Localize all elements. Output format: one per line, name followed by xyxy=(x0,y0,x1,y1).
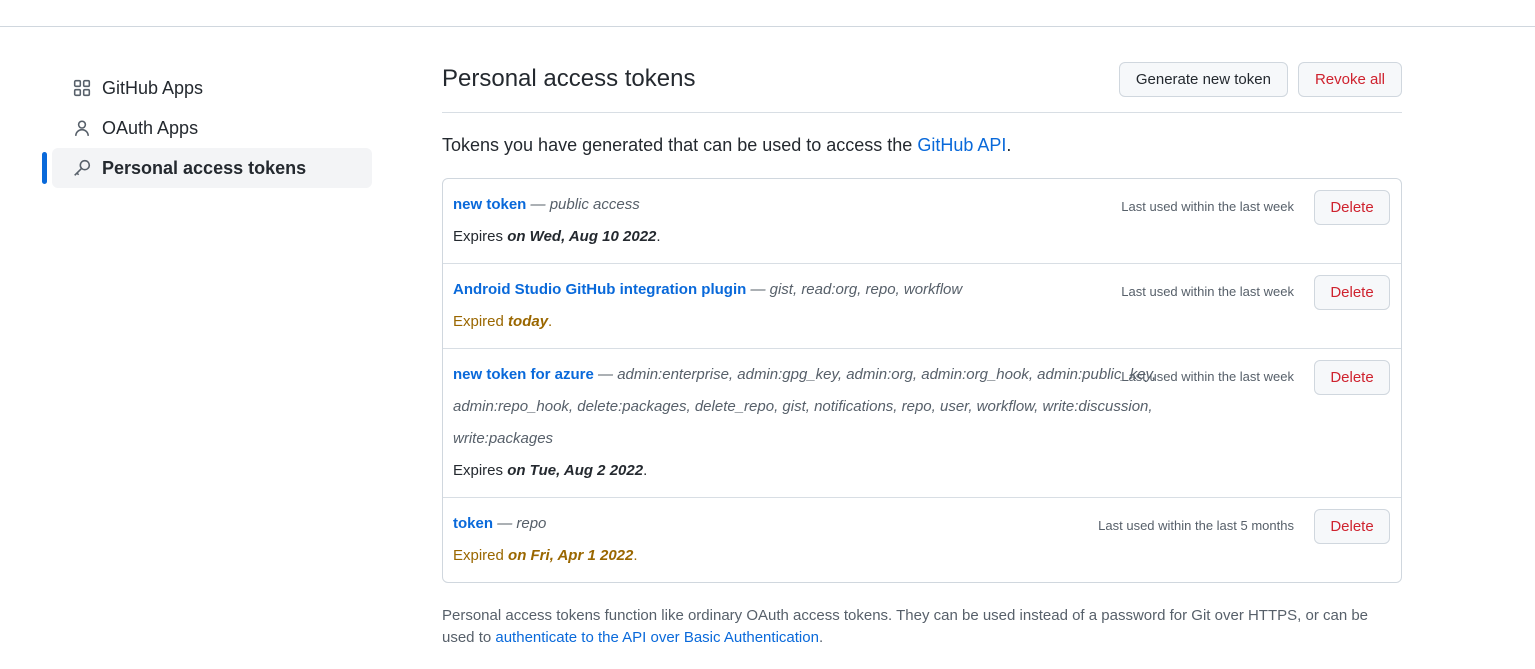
key-icon xyxy=(72,158,92,178)
sidebar-item-oauth-apps[interactable]: OAuth Apps xyxy=(52,108,372,148)
sidebar-item-personal-access-tokens[interactable]: Personal access tokens xyxy=(42,148,372,188)
token-name-link[interactable]: token xyxy=(453,515,493,532)
token-row: new token for azure — admin:enterprise, … xyxy=(443,348,1401,497)
settings-sidebar: GitHub Apps OAuth Apps Personal access t… xyxy=(42,68,372,188)
apps-grid-icon xyxy=(72,78,92,98)
delete-token-button[interactable]: Delete xyxy=(1314,275,1390,310)
token-scopes: — gist, read:org, repo, workflow xyxy=(750,281,963,298)
sidebar-item-label: Personal access tokens xyxy=(102,157,307,178)
delete-token-button[interactable]: Delete xyxy=(1314,190,1390,225)
intro-text: Tokens you have generated that can be us… xyxy=(442,135,1012,155)
revoke-all-button[interactable]: Revoke all xyxy=(1297,61,1402,97)
token-row: new token — public access Expires on Wed… xyxy=(443,179,1401,263)
top-divider xyxy=(0,26,1535,27)
token-row: token — repo Expired on Fri, Apr 1 2022.… xyxy=(443,497,1401,582)
token-row: Android Studio GitHub integration plugin… xyxy=(443,263,1401,348)
token-expiry: Expired on Fri, Apr 1 2022. xyxy=(453,547,638,564)
delete-token-button[interactable]: Delete xyxy=(1314,509,1390,544)
last-used-text: Last used within the last week xyxy=(1121,199,1294,214)
last-used-text: Last used within the last week xyxy=(1121,284,1294,299)
token-name-link[interactable]: new token xyxy=(453,196,526,213)
token-name-link[interactable]: Android Studio GitHub integration plugin xyxy=(453,281,746,298)
token-expiry: Expires on Wed, Aug 10 2022. xyxy=(453,228,661,245)
github-api-link[interactable]: GitHub API xyxy=(917,135,1006,155)
generate-new-token-button[interactable]: Generate new token xyxy=(1118,61,1288,97)
token-expiry: Expires on Tue, Aug 2 2022. xyxy=(453,462,648,479)
page-header: Personal access tokens Generate new toke… xyxy=(442,56,1402,113)
sidebar-item-github-apps[interactable]: GitHub Apps xyxy=(52,68,372,108)
token-list: new token — public access Expires on Wed… xyxy=(442,178,1402,583)
active-indicator xyxy=(42,152,47,184)
sidebar-item-label: OAuth Apps xyxy=(102,117,199,138)
main-content: Personal access tokens Generate new toke… xyxy=(442,56,1402,649)
footer-note: Personal access tokens function like ord… xyxy=(442,607,1369,646)
token-scopes: — public access xyxy=(530,196,640,213)
sidebar-item-label: GitHub Apps xyxy=(102,77,204,98)
token-expiry: Expired today. xyxy=(453,313,553,330)
token-name-link[interactable]: new token for azure xyxy=(453,366,594,383)
last-used-text: Last used within the last 5 months xyxy=(1098,518,1294,533)
delete-token-button[interactable]: Delete xyxy=(1314,360,1390,395)
last-used-text: Last used within the last week xyxy=(1121,369,1294,384)
basic-auth-link[interactable]: authenticate to the API over Basic Authe… xyxy=(495,629,819,646)
token-scopes: — repo xyxy=(497,515,547,532)
person-icon xyxy=(72,118,92,138)
page-title: Personal access tokens xyxy=(442,65,696,92)
